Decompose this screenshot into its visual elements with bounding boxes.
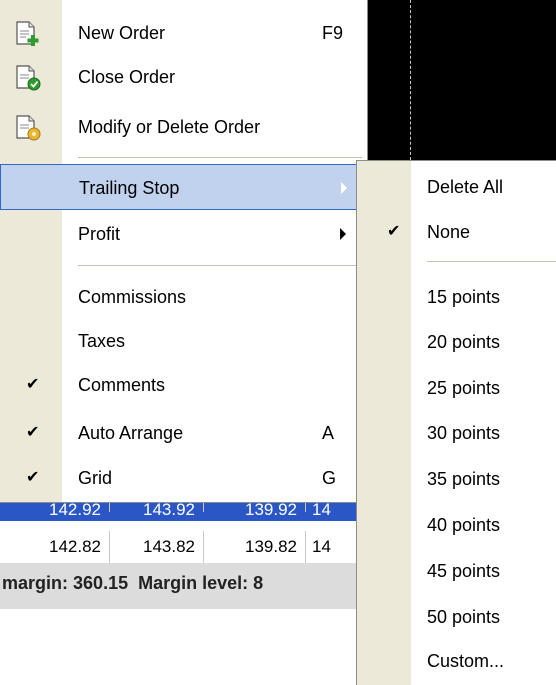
margin-level-value: 8 xyxy=(253,573,264,593)
submenu-item-none[interactable]: ✔ None xyxy=(357,209,556,255)
table-cell: 139.92 xyxy=(204,503,306,519)
menu-item-taxes[interactable]: Taxes xyxy=(0,318,366,364)
chart-grid-line xyxy=(410,0,411,160)
menu-separator xyxy=(78,157,362,158)
menu-item-label: Comments xyxy=(78,375,166,395)
menu-item-trailing-stop[interactable]: Trailing Stop xyxy=(0,164,366,210)
table-row-selected[interactable]: 142.92 143.92 139.92 14 xyxy=(0,503,370,521)
submenu-item-50-points[interactable]: 50 points xyxy=(357,594,556,640)
menu-item-label: Commissions xyxy=(78,287,187,307)
menu-item-label: Trailing Stop xyxy=(79,178,180,198)
table-cell: 143.82 xyxy=(110,531,204,563)
submenu-separator xyxy=(427,261,556,262)
submenu-item-40-points[interactable]: 40 points xyxy=(357,502,556,548)
new-order-icon xyxy=(14,20,44,48)
submenu-item-label: Custom... xyxy=(427,651,505,671)
menu-item-auto-arrange[interactable]: ✔ Auto Arrange A xyxy=(0,410,366,456)
menu-item-label: Modify or Delete Order xyxy=(78,117,261,137)
submenu-item-15-points[interactable]: 15 points xyxy=(357,274,556,320)
submenu-item-delete-all[interactable]: Delete All xyxy=(357,164,556,210)
submenu-item-label: Delete All xyxy=(427,177,504,197)
menu-item-close-order[interactable]: Close Order xyxy=(0,54,366,100)
trailing-stop-submenu: Delete All ✔ None 15 points 20 points 25… xyxy=(356,160,556,685)
checkmark-icon: ✔ xyxy=(387,223,401,240)
shortcut-label: G xyxy=(322,468,337,488)
submenu-item-label: 25 points xyxy=(427,378,501,398)
modify-order-icon xyxy=(14,114,44,142)
submenu-item-25-points[interactable]: 25 points xyxy=(357,365,556,411)
menu-item-new-order[interactable]: New Order F9 xyxy=(0,10,366,56)
menu-item-modify-order[interactable]: Modify or Delete Order xyxy=(0,104,366,150)
menu-item-profit[interactable]: Profit xyxy=(0,211,366,257)
menu-item-commissions[interactable]: Commissions xyxy=(0,274,366,320)
close-order-icon xyxy=(14,64,44,92)
submenu-item-label: 15 points xyxy=(427,287,501,307)
submenu-item-45-points[interactable]: 45 points xyxy=(357,548,556,594)
menu-item-label: Profit xyxy=(78,224,121,244)
submenu-item-30-points[interactable]: 30 points xyxy=(357,410,556,456)
table-cell: 142.82 xyxy=(0,531,110,563)
submenu-arrow-icon xyxy=(340,228,346,240)
submenu-arrow-icon xyxy=(341,182,347,194)
context-menu: New Order F9 Close Order Modify or Delet… xyxy=(0,0,368,503)
account-status-bar: margin: 360.15 Margin level: 8 xyxy=(0,563,370,609)
chart-area[interactable] xyxy=(368,0,556,160)
margin-level-label: Margin level: xyxy=(138,573,249,593)
margin-label: margin: xyxy=(2,573,69,593)
menu-item-label: Close Order xyxy=(78,67,176,87)
menu-item-label: Auto Arrange xyxy=(78,423,184,443)
submenu-item-label: 35 points xyxy=(427,469,501,489)
menu-item-grid[interactable]: ✔ Grid G xyxy=(0,455,366,501)
checkmark-icon: ✔ xyxy=(26,469,40,486)
table-cell: 142.92 xyxy=(0,503,110,519)
shortcut-label: F9 xyxy=(322,23,344,43)
menu-item-label: New Order xyxy=(78,23,166,43)
submenu-item-label: 40 points xyxy=(427,515,501,535)
submenu-item-35-points[interactable]: 35 points xyxy=(357,456,556,502)
table-cell: 143.92 xyxy=(110,503,204,519)
submenu-item-label: 20 points xyxy=(427,332,501,352)
table-row[interactable]: 142.82 143.82 139.82 14 xyxy=(0,531,370,564)
menu-item-label: Taxes xyxy=(78,331,126,351)
submenu-item-label: 45 points xyxy=(427,561,501,581)
margin-value: 360.15 xyxy=(73,573,129,593)
menu-separator xyxy=(78,265,362,266)
menu-item-comments[interactable]: ✔ Comments xyxy=(0,362,366,408)
shortcut-label: A xyxy=(322,423,335,443)
submenu-item-label: None xyxy=(427,222,471,242)
submenu-item-label: 30 points xyxy=(427,423,501,443)
submenu-item-label: 50 points xyxy=(427,607,501,627)
submenu-item-20-points[interactable]: 20 points xyxy=(357,319,556,365)
submenu-item-custom[interactable]: Custom... xyxy=(357,638,556,684)
table-cell: 139.82 xyxy=(204,531,306,563)
menu-item-label: Grid xyxy=(78,468,113,488)
checkmark-icon: ✔ xyxy=(26,376,40,393)
checkmark-icon: ✔ xyxy=(26,424,40,441)
